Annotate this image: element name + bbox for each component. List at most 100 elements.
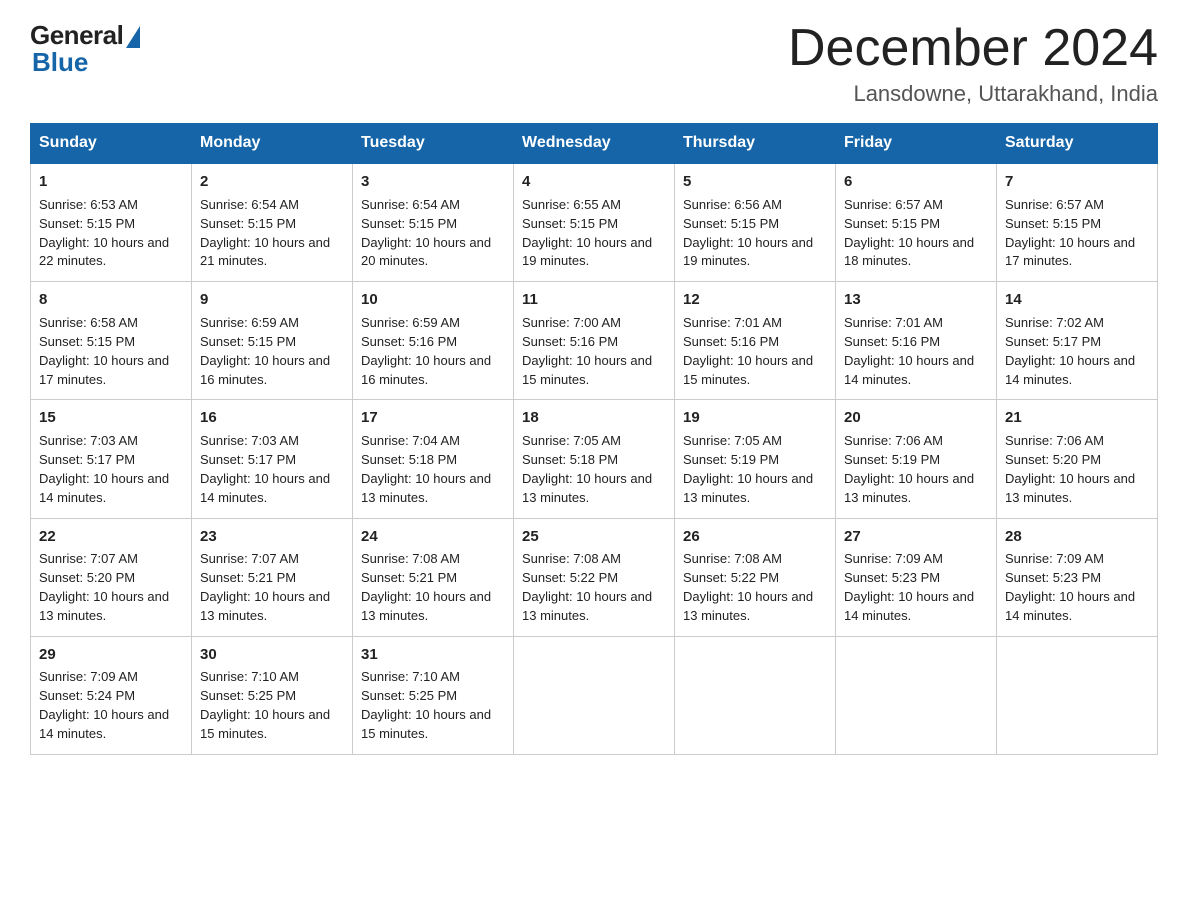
day-number: 24 [361, 526, 505, 548]
day-number: 17 [361, 407, 505, 429]
weekday-header-row: SundayMondayTuesdayWednesdayThursdayFrid… [31, 124, 1158, 164]
day-daylight: Daylight: 10 hours and 13 minutes. [39, 589, 169, 623]
day-sunrise: Sunrise: 7:05 AM [683, 433, 782, 448]
weekday-header-wednesday: Wednesday [514, 124, 675, 164]
day-daylight: Daylight: 10 hours and 22 minutes. [39, 235, 169, 269]
day-number: 12 [683, 289, 827, 311]
day-sunrise: Sunrise: 7:09 AM [844, 551, 943, 566]
day-daylight: Daylight: 10 hours and 20 minutes. [361, 235, 491, 269]
calendar-day-cell: 19 Sunrise: 7:05 AM Sunset: 5:19 PM Dayl… [675, 400, 836, 518]
day-number: 18 [522, 407, 666, 429]
day-sunset: Sunset: 5:17 PM [200, 452, 296, 467]
day-daylight: Daylight: 10 hours and 17 minutes. [1005, 235, 1135, 269]
calendar-day-cell [997, 636, 1158, 754]
day-sunset: Sunset: 5:18 PM [361, 452, 457, 467]
day-sunrise: Sunrise: 6:56 AM [683, 197, 782, 212]
day-number: 5 [683, 171, 827, 193]
weekday-header-sunday: Sunday [31, 124, 192, 164]
day-number: 26 [683, 526, 827, 548]
day-number: 10 [361, 289, 505, 311]
day-sunrise: Sunrise: 7:01 AM [683, 315, 782, 330]
day-daylight: Daylight: 10 hours and 21 minutes. [200, 235, 330, 269]
day-daylight: Daylight: 10 hours and 13 minutes. [361, 471, 491, 505]
day-daylight: Daylight: 10 hours and 15 minutes. [683, 353, 813, 387]
day-daylight: Daylight: 10 hours and 15 minutes. [522, 353, 652, 387]
calendar-day-cell: 6 Sunrise: 6:57 AM Sunset: 5:15 PM Dayli… [836, 163, 997, 282]
day-sunrise: Sunrise: 7:06 AM [1005, 433, 1104, 448]
calendar-day-cell: 5 Sunrise: 6:56 AM Sunset: 5:15 PM Dayli… [675, 163, 836, 282]
day-sunset: Sunset: 5:15 PM [844, 216, 940, 231]
day-sunrise: Sunrise: 6:59 AM [200, 315, 299, 330]
day-daylight: Daylight: 10 hours and 13 minutes. [522, 471, 652, 505]
day-sunset: Sunset: 5:15 PM [361, 216, 457, 231]
weekday-header-thursday: Thursday [675, 124, 836, 164]
day-sunrise: Sunrise: 7:09 AM [1005, 551, 1104, 566]
weekday-header-monday: Monday [192, 124, 353, 164]
day-sunset: Sunset: 5:15 PM [39, 334, 135, 349]
day-sunset: Sunset: 5:16 PM [522, 334, 618, 349]
calendar-day-cell: 20 Sunrise: 7:06 AM Sunset: 5:19 PM Dayl… [836, 400, 997, 518]
calendar-day-cell: 24 Sunrise: 7:08 AM Sunset: 5:21 PM Dayl… [353, 518, 514, 636]
day-number: 20 [844, 407, 988, 429]
day-daylight: Daylight: 10 hours and 14 minutes. [844, 353, 974, 387]
day-sunrise: Sunrise: 7:04 AM [361, 433, 460, 448]
calendar-day-cell: 17 Sunrise: 7:04 AM Sunset: 5:18 PM Dayl… [353, 400, 514, 518]
calendar-day-cell: 1 Sunrise: 6:53 AM Sunset: 5:15 PM Dayli… [31, 163, 192, 282]
day-number: 31 [361, 644, 505, 666]
calendar-day-cell: 27 Sunrise: 7:09 AM Sunset: 5:23 PM Dayl… [836, 518, 997, 636]
day-sunrise: Sunrise: 6:58 AM [39, 315, 138, 330]
day-number: 28 [1005, 526, 1149, 548]
day-number: 27 [844, 526, 988, 548]
day-sunset: Sunset: 5:16 PM [361, 334, 457, 349]
day-sunrise: Sunrise: 7:10 AM [361, 669, 460, 684]
calendar-day-cell: 3 Sunrise: 6:54 AM Sunset: 5:15 PM Dayli… [353, 163, 514, 282]
day-number: 6 [844, 171, 988, 193]
calendar-day-cell: 16 Sunrise: 7:03 AM Sunset: 5:17 PM Dayl… [192, 400, 353, 518]
title-area: December 2024 Lansdowne, Uttarakhand, In… [788, 20, 1158, 107]
day-sunrise: Sunrise: 7:08 AM [683, 551, 782, 566]
day-number: 21 [1005, 407, 1149, 429]
day-sunset: Sunset: 5:21 PM [361, 570, 457, 585]
day-sunset: Sunset: 5:22 PM [683, 570, 779, 585]
day-sunrise: Sunrise: 7:05 AM [522, 433, 621, 448]
day-number: 1 [39, 171, 183, 193]
logo-blue-text: Blue [32, 47, 88, 78]
calendar-day-cell: 25 Sunrise: 7:08 AM Sunset: 5:22 PM Dayl… [514, 518, 675, 636]
day-sunrise: Sunrise: 7:10 AM [200, 669, 299, 684]
calendar-day-cell [836, 636, 997, 754]
day-daylight: Daylight: 10 hours and 19 minutes. [683, 235, 813, 269]
day-daylight: Daylight: 10 hours and 13 minutes. [200, 589, 330, 623]
day-sunrise: Sunrise: 7:08 AM [522, 551, 621, 566]
day-daylight: Daylight: 10 hours and 13 minutes. [1005, 471, 1135, 505]
calendar-day-cell: 29 Sunrise: 7:09 AM Sunset: 5:24 PM Dayl… [31, 636, 192, 754]
calendar-week-row: 29 Sunrise: 7:09 AM Sunset: 5:24 PM Dayl… [31, 636, 1158, 754]
calendar-day-cell: 23 Sunrise: 7:07 AM Sunset: 5:21 PM Dayl… [192, 518, 353, 636]
calendar-week-row: 15 Sunrise: 7:03 AM Sunset: 5:17 PM Dayl… [31, 400, 1158, 518]
day-sunrise: Sunrise: 7:01 AM [844, 315, 943, 330]
calendar-day-cell: 31 Sunrise: 7:10 AM Sunset: 5:25 PM Dayl… [353, 636, 514, 754]
day-sunrise: Sunrise: 6:57 AM [1005, 197, 1104, 212]
day-number: 3 [361, 171, 505, 193]
calendar-day-cell: 8 Sunrise: 6:58 AM Sunset: 5:15 PM Dayli… [31, 282, 192, 400]
day-daylight: Daylight: 10 hours and 14 minutes. [1005, 589, 1135, 623]
day-sunrise: Sunrise: 6:55 AM [522, 197, 621, 212]
day-sunrise: Sunrise: 6:54 AM [361, 197, 460, 212]
weekday-header-friday: Friday [836, 124, 997, 164]
day-sunset: Sunset: 5:17 PM [39, 452, 135, 467]
logo-triangle-icon [126, 26, 140, 48]
calendar-day-cell: 12 Sunrise: 7:01 AM Sunset: 5:16 PM Dayl… [675, 282, 836, 400]
day-number: 16 [200, 407, 344, 429]
day-number: 25 [522, 526, 666, 548]
header: General Blue December 2024 Lansdowne, Ut… [30, 20, 1158, 107]
day-number: 19 [683, 407, 827, 429]
day-sunrise: Sunrise: 6:53 AM [39, 197, 138, 212]
day-number: 15 [39, 407, 183, 429]
calendar-week-row: 8 Sunrise: 6:58 AM Sunset: 5:15 PM Dayli… [31, 282, 1158, 400]
day-daylight: Daylight: 10 hours and 18 minutes. [844, 235, 974, 269]
day-number: 7 [1005, 171, 1149, 193]
calendar-day-cell: 14 Sunrise: 7:02 AM Sunset: 5:17 PM Dayl… [997, 282, 1158, 400]
day-sunset: Sunset: 5:20 PM [39, 570, 135, 585]
calendar-day-cell: 13 Sunrise: 7:01 AM Sunset: 5:16 PM Dayl… [836, 282, 997, 400]
day-sunrise: Sunrise: 7:00 AM [522, 315, 621, 330]
day-daylight: Daylight: 10 hours and 19 minutes. [522, 235, 652, 269]
